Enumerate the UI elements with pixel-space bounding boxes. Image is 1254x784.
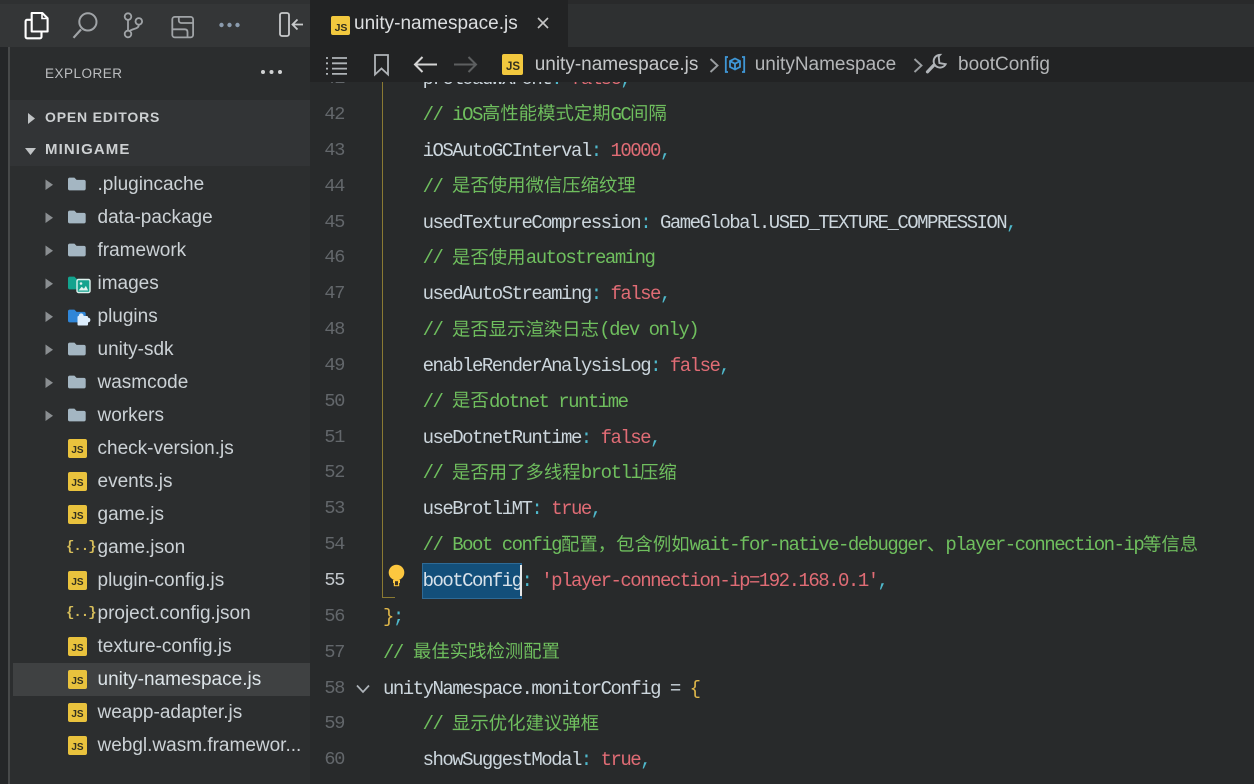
svg-text:JS: JS xyxy=(71,577,84,588)
svg-text:JS: JS xyxy=(71,511,84,522)
svg-text:JS: JS xyxy=(71,478,84,489)
svg-text:JS: JS xyxy=(335,22,348,34)
svg-text:JS: JS xyxy=(71,709,84,720)
svg-text:JS: JS xyxy=(71,643,84,654)
svg-text:JS: JS xyxy=(71,676,84,687)
svg-text:JS: JS xyxy=(506,61,520,73)
svg-text:JS: JS xyxy=(71,445,84,456)
svg-text:JS: JS xyxy=(71,742,84,753)
